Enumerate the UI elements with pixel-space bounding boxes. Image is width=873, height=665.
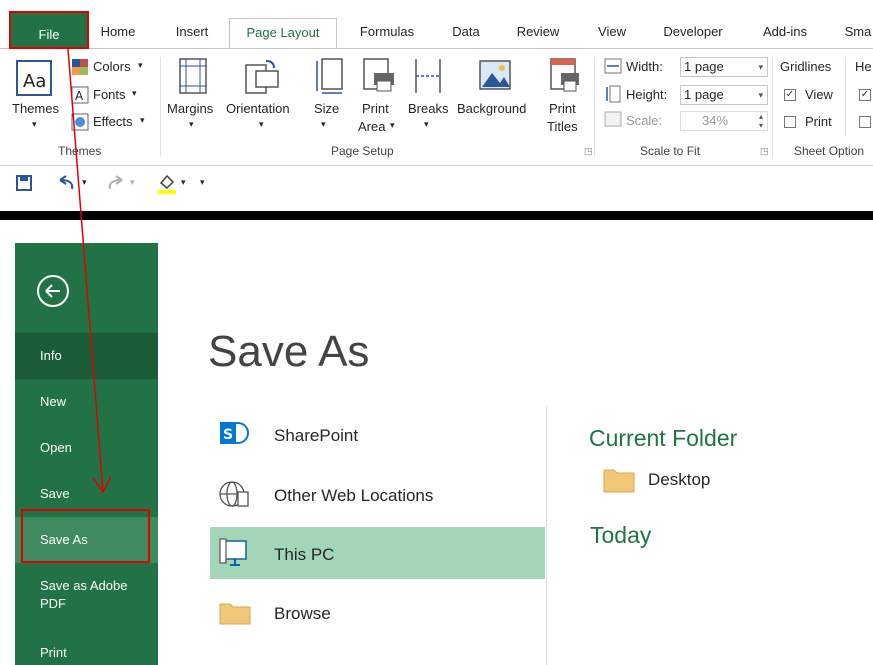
annotation-arrow-icon (67, 48, 112, 494)
